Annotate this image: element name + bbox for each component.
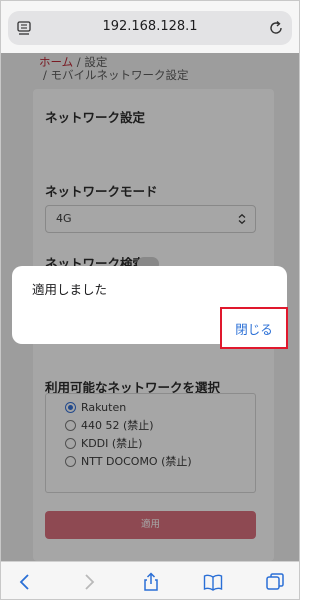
bookmarks-icon[interactable]	[203, 572, 223, 592]
address-bar[interactable]: 192.168.128.1	[8, 11, 292, 45]
back-icon[interactable]	[15, 572, 35, 592]
reload-icon[interactable]	[268, 20, 284, 36]
browser-frame: 192.168.128.1 ホーム / 設定 / モバイルネットワーク設定 ネッ…	[0, 0, 300, 600]
alert-dialog: 適用しました 閉じる	[12, 266, 288, 349]
close-button[interactable]: 閉じる	[220, 307, 288, 349]
url-text[interactable]: 192.168.128.1	[8, 19, 292, 34]
share-icon[interactable]	[141, 572, 161, 592]
address-bar-area: 192.168.128.1	[1, 1, 299, 53]
tabs-icon[interactable]	[265, 572, 285, 592]
browser-toolbar	[1, 561, 299, 599]
forward-icon[interactable]	[79, 572, 99, 592]
alert-message: 適用しました	[32, 282, 108, 297]
